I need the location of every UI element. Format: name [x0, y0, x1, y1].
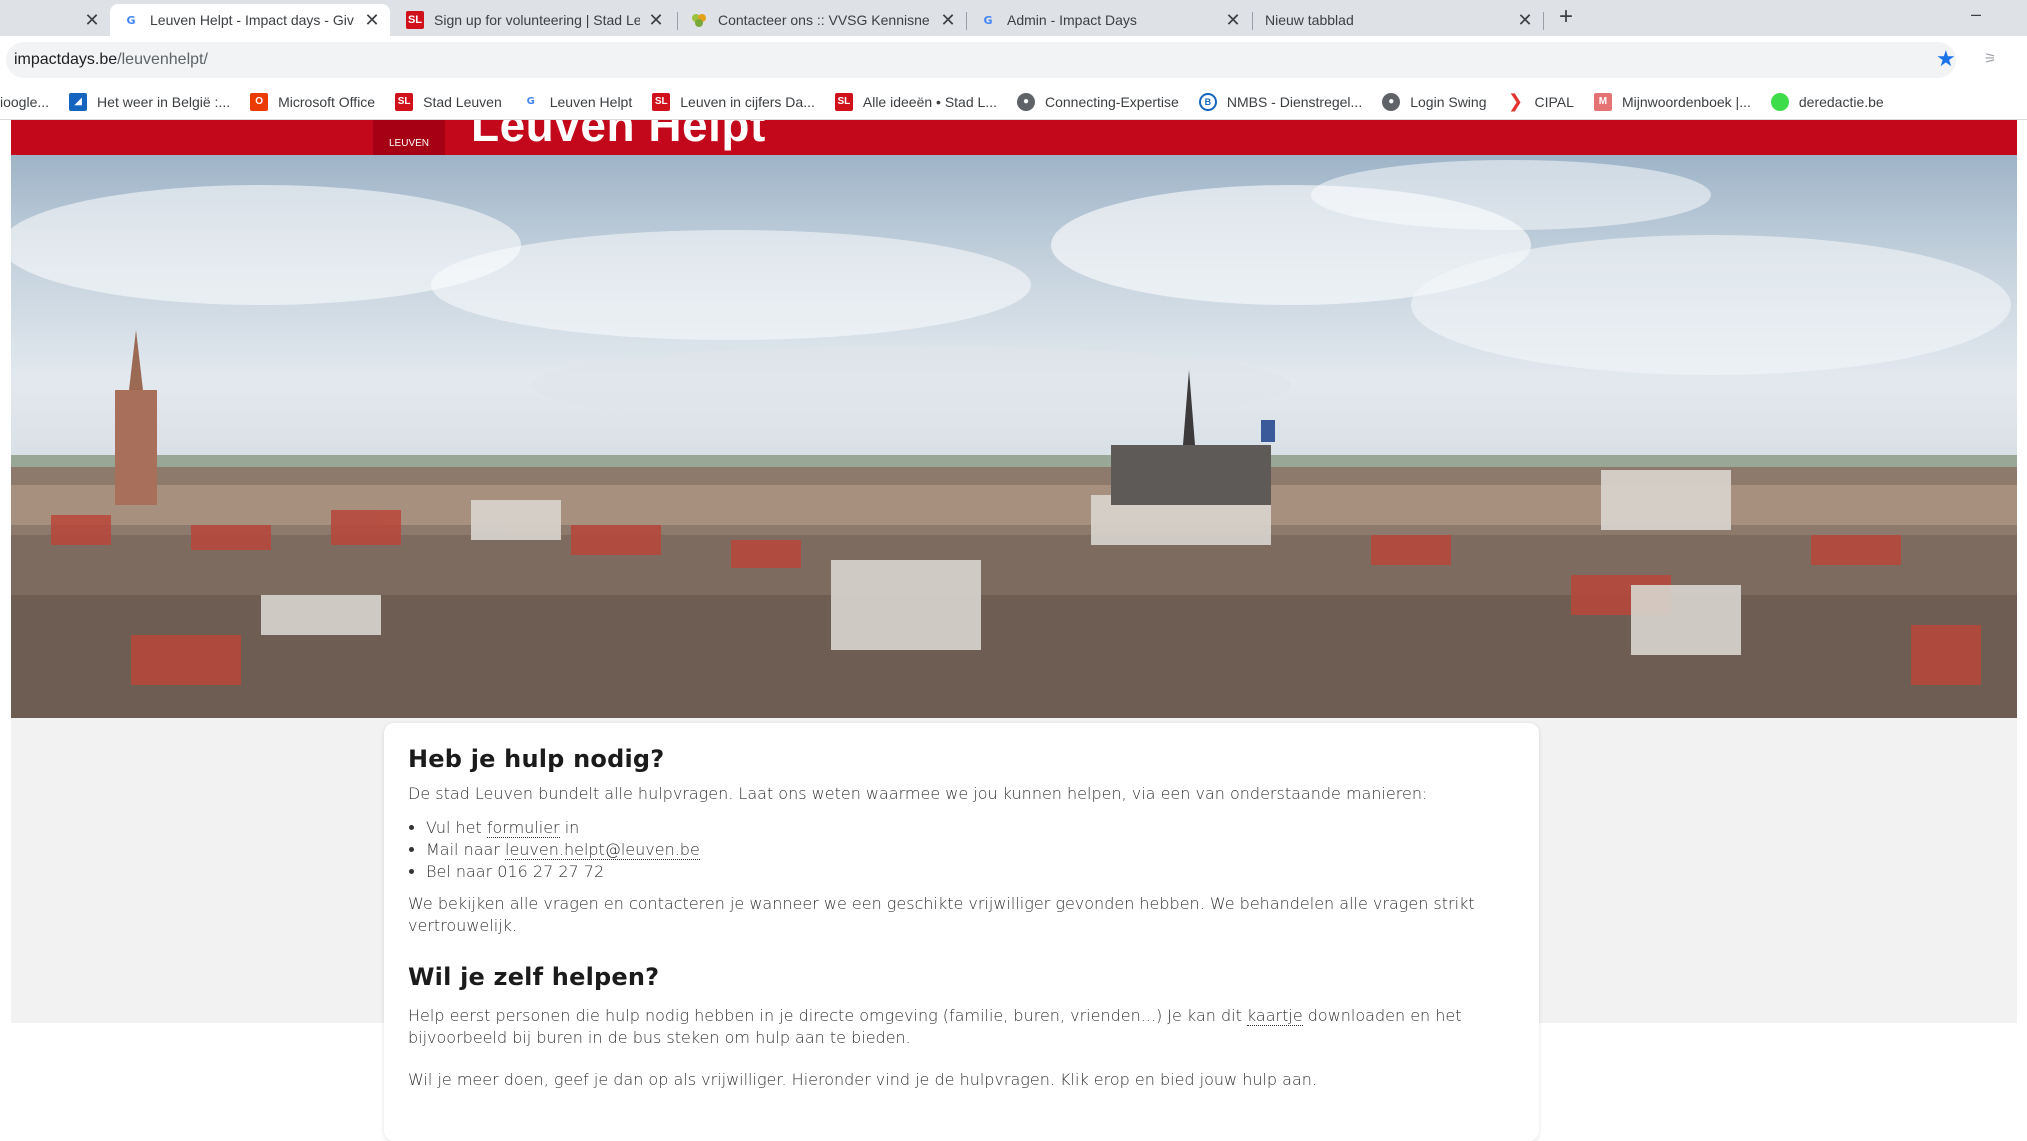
tab-nieuw-tabblad[interactable]: Nieuw tabblad ✕	[1253, 4, 1543, 36]
page-content: LEUVEN Leuven Helpt Heb je hulp nodig? D…	[11, 120, 2017, 1141]
bookmark-label: Alle ideeën • Stad L...	[862, 93, 997, 110]
bookmark-connecting-expertise[interactable]: ● Connecting-Expertise	[1016, 92, 1179, 111]
bookmark-label: Login Swing	[1410, 93, 1487, 110]
heading-hulp-nodig: Heb je hulp nodig?	[408, 745, 665, 773]
help-info-card: Heb je hulp nodig? De stad Leuven bundel…	[384, 723, 1539, 1141]
new-tab-button[interactable]: +	[1552, 4, 1580, 32]
browser-toolbar: impactdays.be/leuvenhelpt/ ★ ⚞	[0, 36, 2027, 84]
help-text-2: Wil je meer doen, geef je dan op als vri…	[408, 1070, 1317, 1089]
site-header	[11, 120, 2017, 155]
list-text: in	[559, 818, 580, 837]
stad-leuven-logo-icon: SL	[834, 92, 853, 111]
bookmark-label: Leuven in cijfers Da...	[680, 93, 815, 110]
formulier-link[interactable]: formulier	[486, 818, 560, 838]
address-bar[interactable]: impactdays.be/leuvenhelpt/	[6, 42, 1956, 78]
tab-title: Leuven Helpt - Impact days - Giv	[150, 12, 354, 28]
google-logo-icon: G	[983, 13, 993, 27]
google-logo-icon: G	[126, 13, 136, 27]
help-text: Help eerst personen die hulp nodig hebbe…	[408, 1006, 1247, 1025]
bookmark-alle-ideeen[interactable]: SL Alle ideeën • Stad L...	[834, 92, 997, 111]
intro-text: De stad Leuven bundelt alle hulpvragen. …	[408, 784, 1428, 803]
close-icon[interactable]: ✕	[646, 10, 666, 31]
bookmark-weer[interactable]: ◢ Het weer in België :...	[69, 92, 231, 111]
help-text-1: Help eerst personen die hulp nodig hebbe…	[408, 1005, 1515, 1049]
bookmark-nmbs[interactable]: B NMBS - Dienstregel...	[1198, 92, 1363, 111]
bookmark-mijnwoordenboek[interactable]: M Mijnwoordenboek |...	[1593, 92, 1751, 111]
leaf-icon	[690, 11, 708, 29]
stad-leuven-logo[interactable]: LEUVEN	[373, 120, 445, 155]
list-text: Vul het	[426, 818, 487, 837]
tab-title: Admin - Impact Days	[1007, 12, 1137, 28]
hero-image-leuven-skyline	[11, 155, 2017, 718]
weather-icon: ◢	[69, 92, 88, 111]
tab-0[interactable]: ✕	[0, 4, 110, 36]
privacy-text: We bekijken alle vragen en contacteren j…	[408, 894, 1475, 935]
tab-strip: ✕ G Leuven Helpt - Impact days - Giv ✕ S…	[0, 0, 2027, 36]
tab-title: Nieuw tabblad	[1265, 12, 1354, 28]
web-page: LEUVEN Leuven Helpt Heb je hulp nodig? D…	[0, 120, 2027, 1141]
tab-admin-impact-days[interactable]: G Admin - Impact Days ✕	[967, 4, 1251, 36]
logo-text: LEUVEN	[388, 138, 429, 149]
bookmark-leuven-in-cijfers[interactable]: SL Leuven in cijfers Da...	[652, 92, 815, 111]
bookmark-label: CIPAL	[1534, 93, 1574, 110]
bookmark-deredactie[interactable]: deredactie.be	[1770, 92, 1884, 111]
stad-leuven-logo-icon: SL	[395, 92, 414, 111]
close-icon[interactable]: ✕	[1223, 10, 1243, 31]
bookmark-google[interactable]: ioogle...	[0, 94, 49, 110]
list-text: Mail naar	[426, 840, 505, 859]
close-icon[interactable]: ✕	[82, 10, 102, 31]
bookmark-label: Mijnwoordenboek |...	[1621, 93, 1751, 110]
close-icon[interactable]: ✕	[938, 10, 958, 31]
bookmark-star-icon[interactable]: ★	[1936, 46, 1956, 72]
nmbs-icon: B	[1198, 92, 1217, 111]
bookmark-label: deredactie.be	[1798, 93, 1884, 110]
stad-leuven-logo-icon: SL	[652, 92, 671, 111]
url-host: impactdays.be	[14, 51, 118, 68]
tab-title: Sign up for volunteering | Stad Le	[434, 12, 640, 28]
tab-separator	[1543, 12, 1544, 30]
list-item: Mail naar leuven.helpt@leuven.be	[426, 839, 1515, 861]
bookmark-cipal[interactable]: ❯ CIPAL	[1507, 91, 1574, 111]
list-item: Vul het formulier in	[426, 817, 1515, 839]
cipal-icon: ❯	[1507, 91, 1524, 111]
kaartje-link[interactable]: kaartje	[1246, 1006, 1303, 1026]
phone-text: Bel naar 016 27 27 72	[426, 862, 605, 881]
bookmark-label: Connecting-Expertise	[1044, 93, 1179, 110]
green-dot-icon	[1770, 92, 1789, 111]
extension-icon[interactable]: ⚞	[1984, 50, 1997, 67]
bookmarks-bar: ioogle... ◢ Het weer in België :... O Mi…	[0, 84, 2027, 120]
close-icon[interactable]: ✕	[362, 10, 382, 31]
bookmark-label: Stad Leuven	[423, 93, 502, 110]
bookmark-login-swing[interactable]: ● Login Swing	[1382, 92, 1487, 111]
skyline-illustration	[11, 160, 2017, 718]
bookmark-microsoft-office[interactable]: O Microsoft Office	[250, 92, 376, 111]
url-path: /leuvenhelpt/	[117, 51, 208, 68]
stad-leuven-logo-icon: SL	[406, 11, 424, 29]
heading-zelf-helpen: Wil je zelf helpen?	[408, 963, 660, 991]
tab-contacteer-ons[interactable]: Contacteer ons :: VVSG Kennisne ✕	[678, 4, 966, 36]
office-icon: O	[250, 92, 269, 111]
globe-icon: ●	[1016, 92, 1035, 111]
contact-options-list: Vul het formulier in Mail naar leuven.he…	[408, 817, 1515, 883]
tab-leuven-helpt[interactable]: G Leuven Helpt - Impact days - Giv ✕	[110, 4, 390, 36]
globe-icon: ●	[1382, 92, 1401, 111]
bookmark-label: NMBS - Dienstregel...	[1226, 93, 1363, 110]
bookmark-label: Het weer in België :...	[97, 93, 231, 110]
bookmark-label: Microsoft Office	[278, 93, 376, 110]
bookmark-label: Leuven Helpt	[549, 93, 633, 110]
tab-sign-up-volunteering[interactable]: SL Sign up for volunteering | Stad Le ✕	[394, 4, 674, 36]
bookmark-label: ioogle...	[0, 93, 50, 110]
list-item: Bel naar 016 27 27 72	[426, 861, 1515, 883]
bookmark-stad-leuven[interactable]: SL Stad Leuven	[395, 92, 502, 111]
tab-title: Contacteer ons :: VVSG Kennisne	[718, 12, 930, 28]
m-icon: M	[1593, 92, 1612, 111]
minimize-button[interactable]: –	[1962, 4, 1990, 24]
google-logo-icon: G	[526, 96, 535, 107]
close-icon[interactable]: ✕	[1515, 10, 1535, 31]
bookmark-leuven-helpt[interactable]: G Leuven Helpt	[522, 93, 633, 111]
email-link[interactable]: leuven.helpt@leuven.be	[505, 840, 700, 860]
